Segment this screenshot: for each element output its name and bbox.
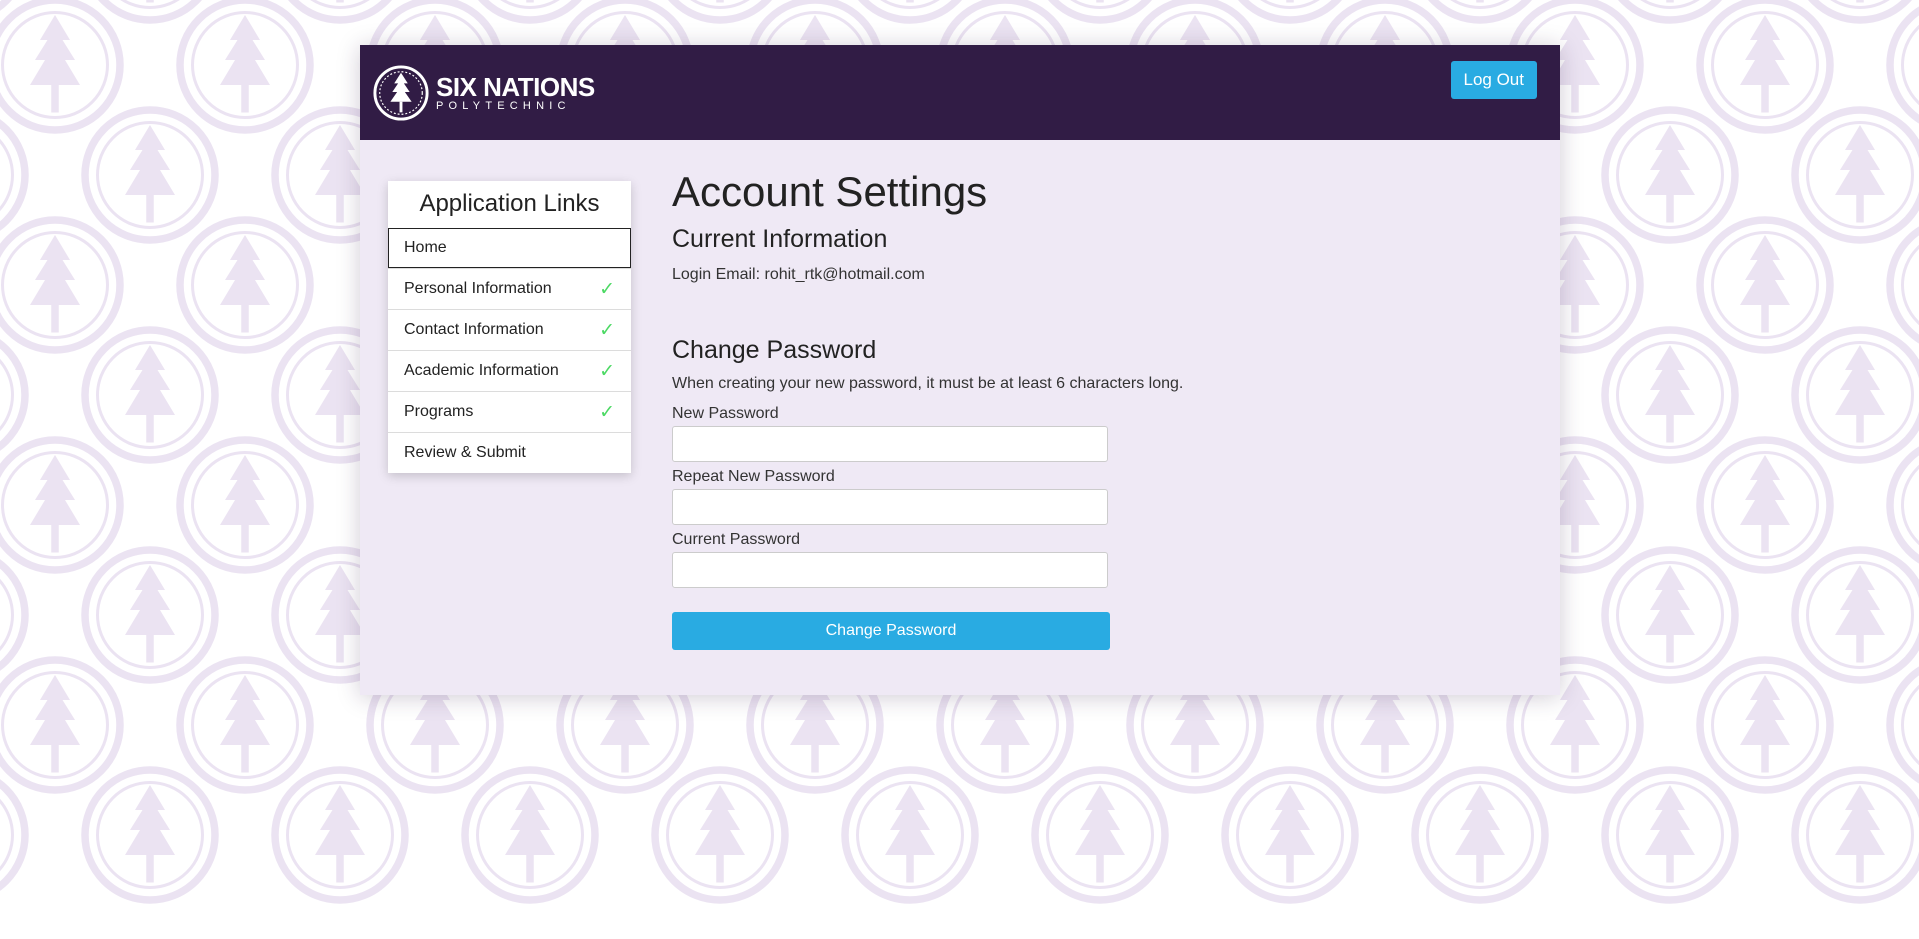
sidebar-item-home[interactable]: Home xyxy=(388,228,631,268)
sidebar-item-label: Academic Information xyxy=(404,362,559,379)
current-password-label: Current Password xyxy=(672,531,801,548)
sidebar-item-label: Home xyxy=(404,239,447,256)
current-information-heading: Current Information xyxy=(672,225,888,253)
tree-emblem-icon xyxy=(373,65,429,121)
check-icon: ✓ xyxy=(599,360,615,382)
background-emblem-icon xyxy=(1601,766,1739,904)
current-information-section: Current Information Login Email: rohit_r… xyxy=(672,225,1232,284)
background-emblem-icon xyxy=(271,766,409,904)
background-emblem-icon xyxy=(1411,766,1549,904)
new-password-input[interactable] xyxy=(672,426,1108,462)
application-links-panel: Application Links Home Personal Informati… xyxy=(388,181,631,473)
change-password-heading: Change Password xyxy=(672,336,877,364)
new-password-label: New Password xyxy=(672,405,779,422)
background-emblem-icon xyxy=(461,766,599,904)
sidebar-item-label: Programs xyxy=(404,403,474,420)
login-email-label: Login Email: xyxy=(672,266,761,283)
check-icon: ✓ xyxy=(599,319,615,341)
sidebar-item-label: Review & Submit xyxy=(404,444,526,461)
page-title: Account Settings xyxy=(672,168,988,215)
sidebar-nav: Home Personal Information ✓ Contact Informa… xyxy=(388,228,631,473)
change-password-section: Change Password When creating your new p… xyxy=(672,336,1232,650)
main-content: Account Settings Current Information Log… xyxy=(672,167,1232,650)
sidebar-item-review-and-submit[interactable]: Review & Submit xyxy=(388,432,631,473)
sidebar-item-personal-information[interactable]: Personal Information ✓ xyxy=(388,268,631,309)
brand-logo[interactable]: SIX NATIONS POLYTECHNIC xyxy=(372,64,595,122)
top-header: SIX NATIONS POLYTECHNIC Log Out xyxy=(360,45,1560,140)
sidebar-item-label: Personal Information xyxy=(404,280,552,297)
background-emblem-icon xyxy=(1221,766,1359,904)
sidebar-title: Application Links xyxy=(419,190,600,217)
login-email-row: Login Email: rohit_rtk@hotmail.com xyxy=(672,266,1232,284)
background-emblem-icon xyxy=(0,779,29,891)
sidebar-item-contact-information[interactable]: Contact Information ✓ xyxy=(388,309,631,350)
login-email-value: rohit_rtk@hotmail.com xyxy=(764,266,925,283)
background-emblem-icon xyxy=(1791,766,1919,904)
repeat-password-label: Repeat New Password xyxy=(672,468,835,485)
repeat-password-input[interactable] xyxy=(672,489,1108,525)
sidebar-item-programs[interactable]: Programs ✓ xyxy=(388,391,631,432)
sidebar-item-academic-information[interactable]: Academic Information ✓ xyxy=(388,350,631,391)
background-emblem-icon xyxy=(841,766,979,904)
check-icon: ✓ xyxy=(599,278,615,300)
app-container: SIX NATIONS POLYTECHNIC Log Out Applicat… xyxy=(360,45,1560,695)
background-emblem-icon xyxy=(81,766,219,904)
background-emblem-icon xyxy=(651,766,789,904)
check-icon: ✓ xyxy=(599,401,615,423)
logout-button[interactable]: Log Out xyxy=(1450,61,1537,99)
brand-text: SIX NATIONS POLYTECHNIC xyxy=(436,74,595,113)
brand-name: SIX NATIONS xyxy=(436,71,595,102)
sidebar-item-label: Contact Information xyxy=(404,321,544,338)
password-help-text: When creating your new password, it must… xyxy=(672,375,1184,392)
current-password-input[interactable] xyxy=(672,552,1108,588)
change-password-button[interactable]: Change Password xyxy=(672,612,1110,650)
background-emblem-icon xyxy=(1031,766,1169,904)
